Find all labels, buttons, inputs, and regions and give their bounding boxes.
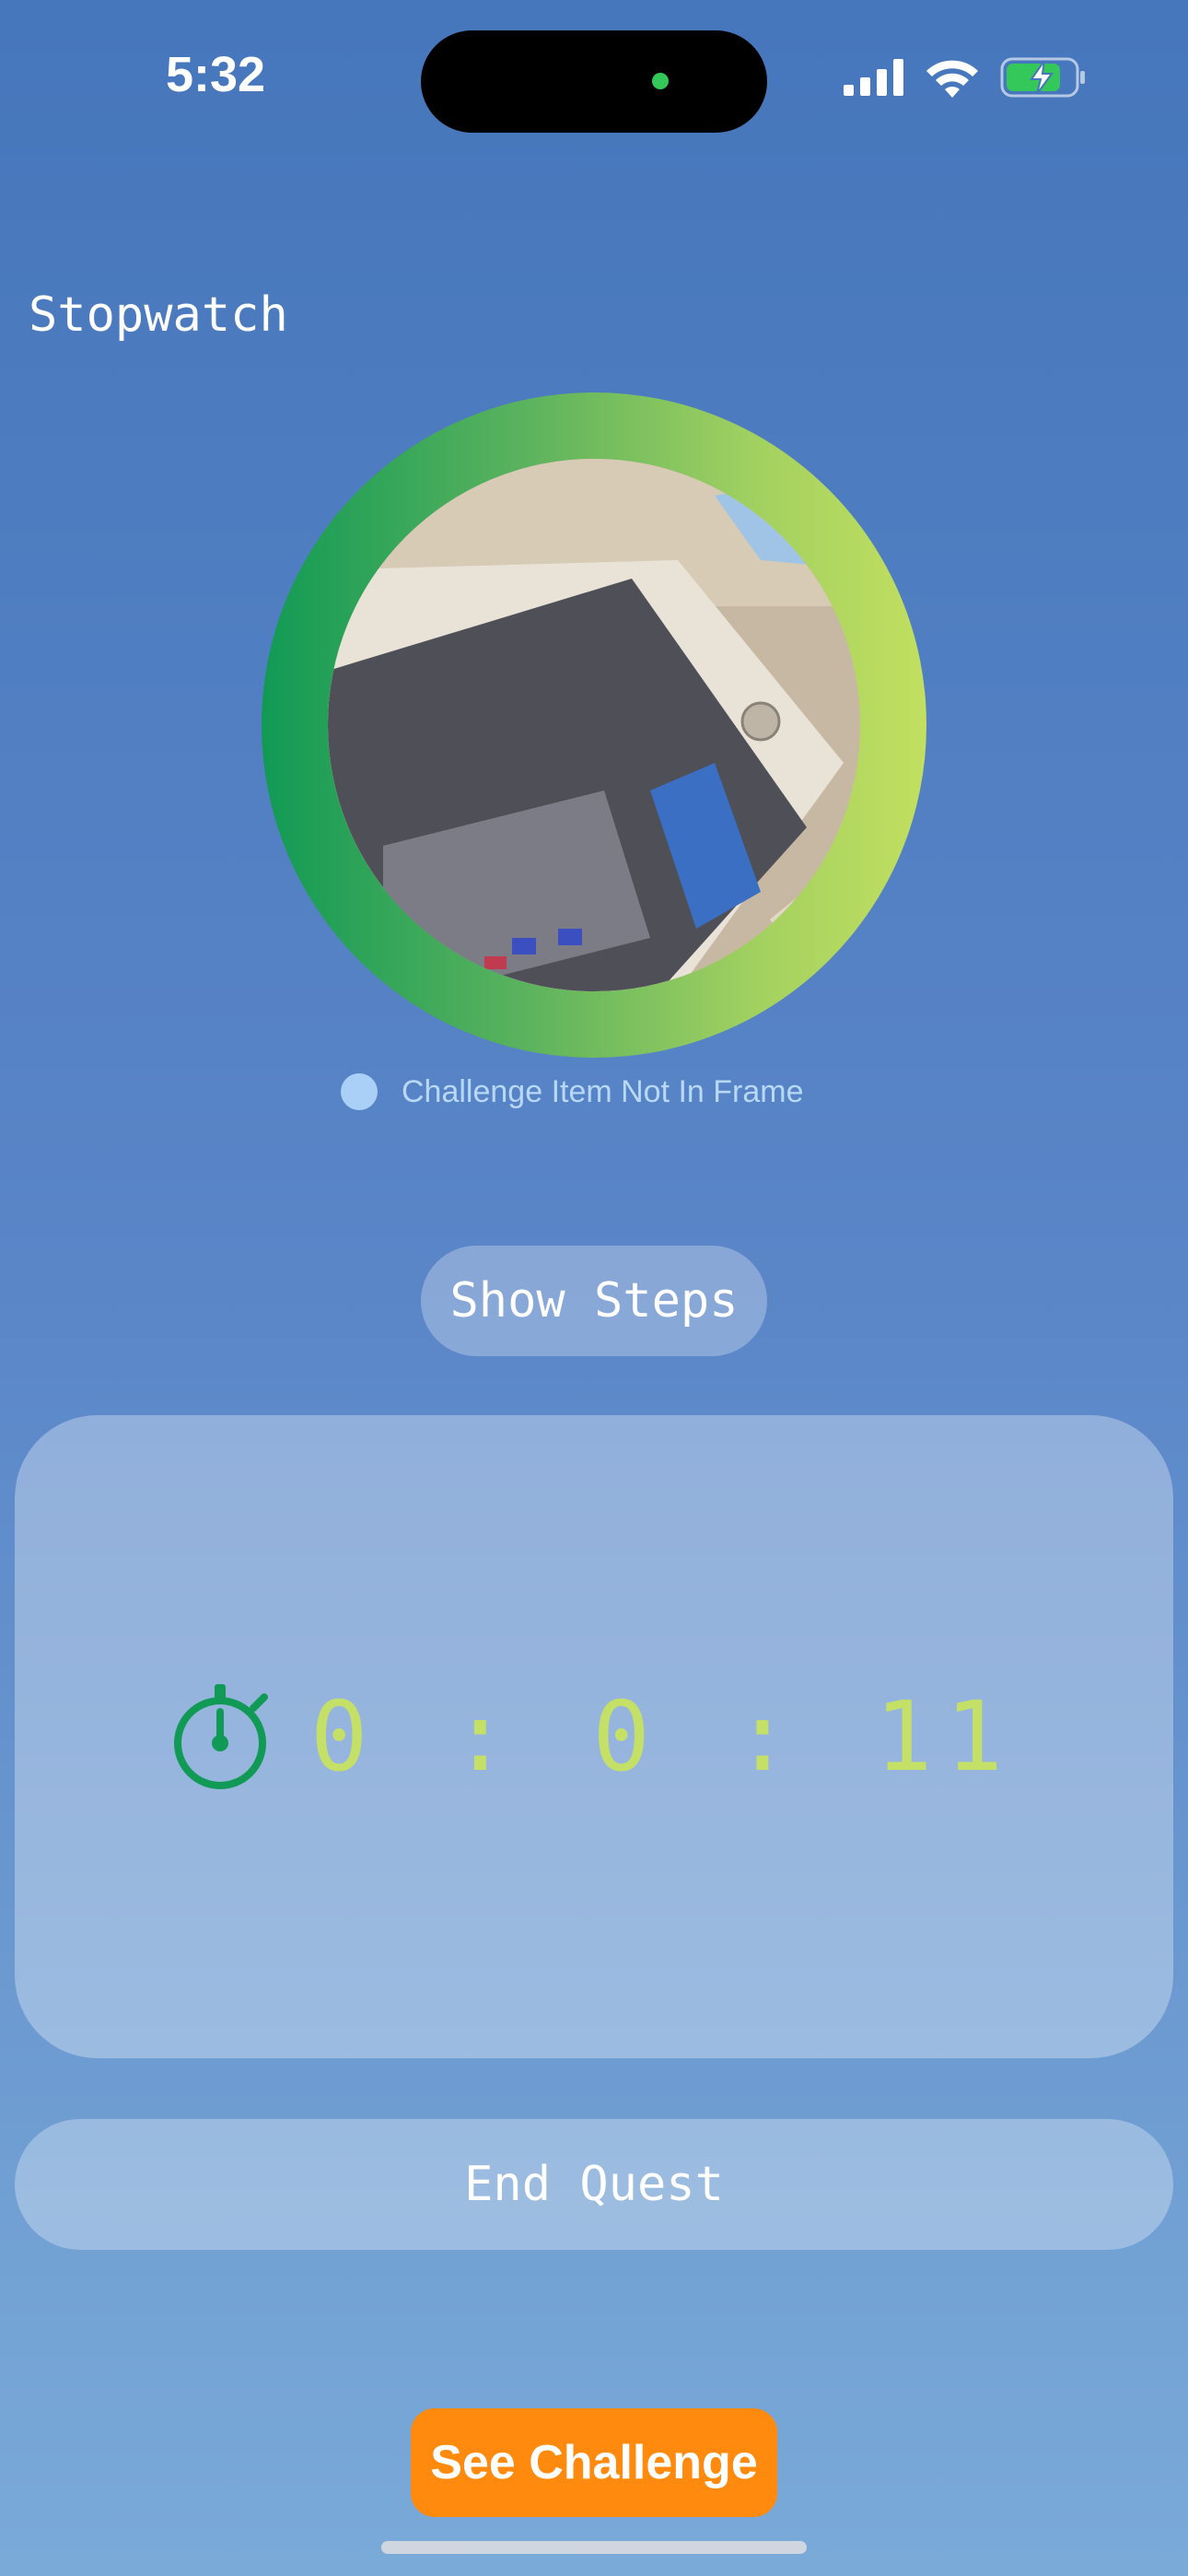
camera-preview bbox=[328, 459, 860, 991]
timer-display: 0 : 0 : 11 bbox=[309, 1680, 1017, 1793]
battery-charging-icon bbox=[1000, 57, 1085, 98]
wifi-icon bbox=[926, 60, 978, 98]
camera-feed-image bbox=[328, 459, 860, 991]
stopwatch-icon bbox=[173, 1684, 268, 1789]
dynamic-island bbox=[421, 30, 767, 133]
status-icons bbox=[844, 57, 1087, 98]
frame-status-label: Challenge Item Not In Frame bbox=[402, 1073, 804, 1109]
cellular-signal-icon bbox=[844, 59, 903, 96]
frame-status-dot bbox=[341, 1073, 378, 1110]
see-challenge-button[interactable]: See Challenge bbox=[411, 2408, 777, 2517]
page-title: Stopwatch bbox=[29, 287, 288, 343]
camera-ring bbox=[262, 392, 926, 1058]
end-quest-button[interactable]: End Quest bbox=[15, 2119, 1173, 2250]
show-steps-button[interactable]: Show Steps bbox=[421, 1246, 767, 1356]
status-time: 5:32 bbox=[166, 47, 266, 102]
home-indicator[interactable] bbox=[381, 2541, 807, 2554]
timer-row: 0 : 0 : 11 bbox=[15, 1415, 1173, 2058]
camera-indicator-dot bbox=[652, 73, 669, 89]
timer-card: 0 : 0 : 11 bbox=[15, 1415, 1173, 2058]
frame-status: Challenge Item Not In Frame bbox=[341, 1073, 804, 1110]
status-bar: 5:32 bbox=[0, 0, 1188, 157]
